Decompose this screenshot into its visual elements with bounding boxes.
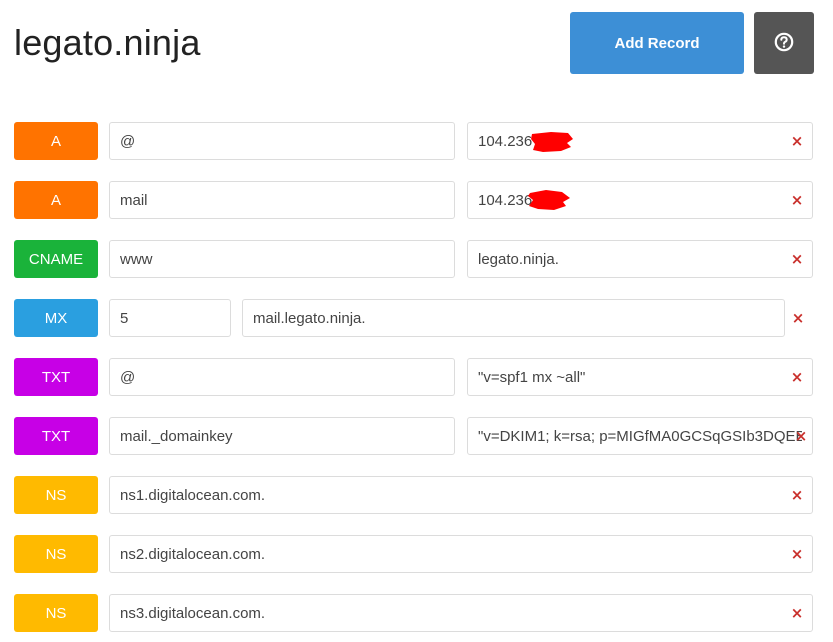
record-row: NS ×	[0, 594, 833, 632]
record-value-input[interactable]	[109, 535, 813, 573]
record-priority-input[interactable]	[109, 299, 231, 337]
delete-record-icon[interactable]: ×	[789, 250, 805, 268]
question-circle-icon	[774, 32, 794, 55]
record-type-badge[interactable]: CNAME	[14, 240, 98, 278]
delete-record-icon[interactable]: ×	[789, 191, 805, 209]
record-type-badge[interactable]: MX	[14, 299, 98, 337]
record-row: MX ×	[0, 299, 833, 337]
record-type-badge[interactable]: TXT	[14, 358, 98, 396]
record-name-input[interactable]	[109, 240, 455, 278]
record-row: A ×	[0, 122, 833, 160]
record-row: NS ×	[0, 535, 833, 573]
delete-record-icon[interactable]: ×	[789, 545, 805, 563]
add-record-button[interactable]: Add Record	[570, 12, 744, 74]
record-value-input[interactable]	[467, 358, 813, 396]
record-value-input[interactable]	[467, 181, 813, 219]
record-name-input[interactable]	[109, 358, 455, 396]
record-type-badge[interactable]: TXT	[14, 417, 98, 455]
record-name-input[interactable]	[109, 417, 455, 455]
record-value-input[interactable]	[242, 299, 785, 337]
record-value-input[interactable]	[109, 476, 813, 514]
record-value-input[interactable]	[467, 240, 813, 278]
record-row: TXT ×	[0, 358, 833, 396]
delete-record-icon[interactable]: ×	[789, 368, 805, 386]
record-type-badge[interactable]: A	[14, 181, 98, 219]
record-value-input[interactable]	[467, 417, 813, 455]
delete-record-icon[interactable]: ×	[789, 486, 805, 504]
record-type-badge[interactable]: NS	[14, 535, 98, 573]
record-name-input[interactable]	[109, 181, 455, 219]
delete-record-icon[interactable]: ×	[790, 309, 806, 327]
record-type-badge[interactable]: A	[14, 122, 98, 160]
delete-record-icon[interactable]: ×	[793, 427, 809, 445]
record-value-input[interactable]	[109, 594, 813, 632]
record-name-input[interactable]	[109, 122, 455, 160]
delete-record-icon[interactable]: ×	[789, 132, 805, 150]
record-value-input[interactable]	[467, 122, 813, 160]
delete-record-icon[interactable]: ×	[789, 604, 805, 622]
record-row: A ×	[0, 181, 833, 219]
record-row: TXT ×	[0, 417, 833, 455]
help-button[interactable]	[754, 12, 814, 74]
record-row: CNAME ×	[0, 240, 833, 278]
record-type-badge[interactable]: NS	[14, 476, 98, 514]
page-title: legato.ninja	[14, 22, 201, 63]
record-row: NS ×	[0, 476, 833, 514]
record-type-badge[interactable]: NS	[14, 594, 98, 632]
